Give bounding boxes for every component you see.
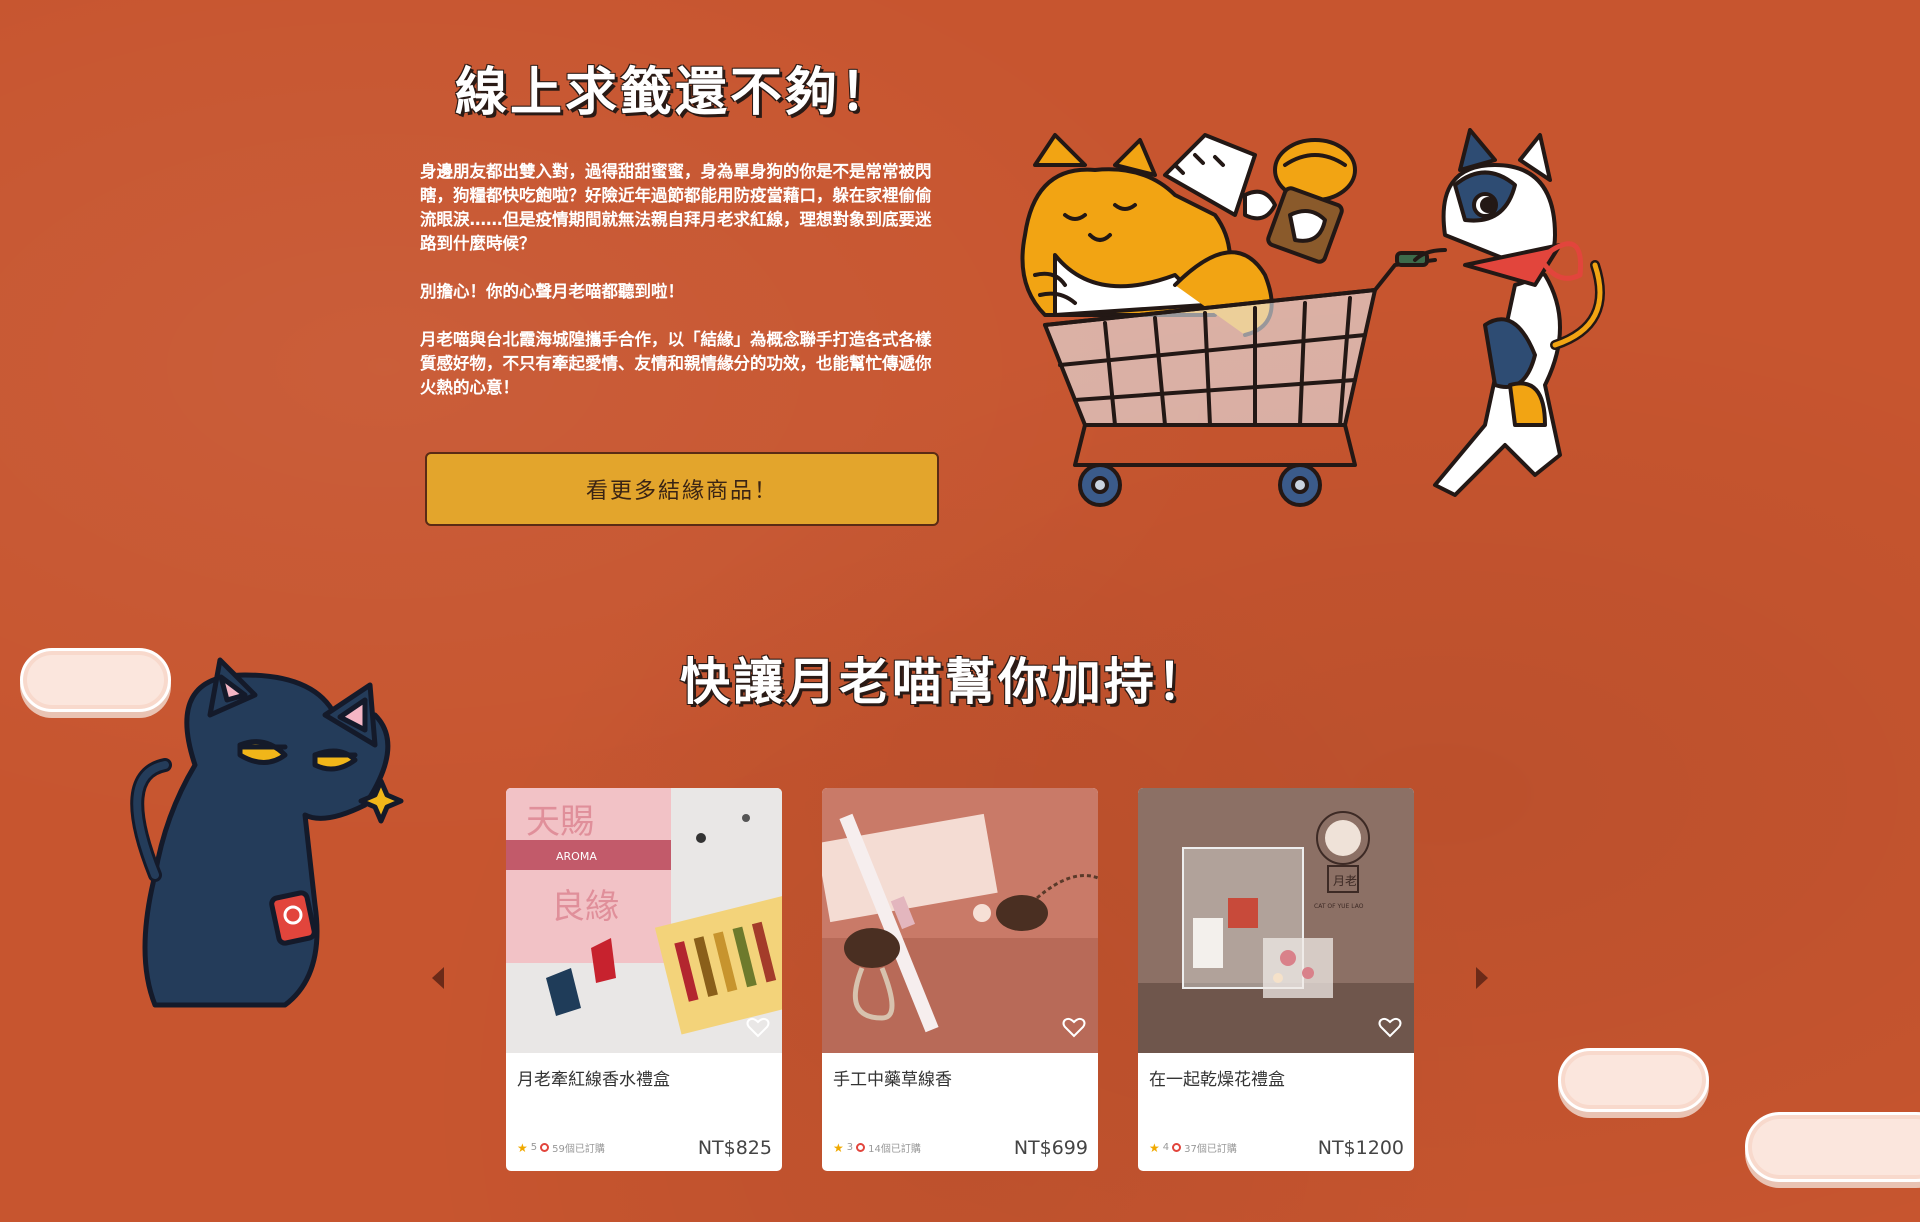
fire-icon — [856, 1143, 866, 1152]
carousel-prev-button[interactable] — [432, 967, 444, 989]
product-image: 天賜 AROMA 良緣 — [506, 788, 782, 1053]
star-icon: ★ — [517, 1140, 528, 1155]
product-image — [822, 788, 1098, 1053]
svg-text:AROMA: AROMA — [556, 850, 597, 863]
more-products-button[interactable]: 看更多結緣商品！ — [425, 452, 939, 526]
heart-outline-icon[interactable] — [746, 1016, 770, 1038]
product-card[interactable]: 手工中藥草線香 ★ 3 14個已訂購 NT$699 — [822, 788, 1098, 1171]
section-title-online-lot: 線上求籤還不夠！ — [455, 63, 896, 123]
product-meta: ★ 5 59個已訂購 — [517, 1140, 605, 1156]
star-icon: ★ — [1149, 1140, 1160, 1155]
svg-text:月老: 月老 — [1333, 874, 1357, 888]
svg-text:CAT OF YUE LAO: CAT OF YUE LAO — [1314, 903, 1364, 910]
product-sold: 37個已訂購 — [1184, 1144, 1237, 1155]
product-meta: ★ 4 37個已訂購 — [1149, 1140, 1237, 1156]
cloud-decoration-corner — [1745, 1112, 1920, 1182]
svg-text:良緣: 良緣 — [551, 887, 619, 927]
intro-paragraph-1: 身邊朋友都出雙入對，過得甜甜蜜蜜，身為單身狗的你是不是常常被閃瞎，狗糧都快吃飽啦… — [420, 162, 932, 253]
product-meta: ★ 3 14個已訂購 — [833, 1140, 921, 1156]
intro-text: 身邊朋友都出雙入對，過得甜甜蜜蜜，身為單身狗的你是不是常常被閃瞎，狗糧都快吃飽啦… — [420, 160, 945, 424]
product-rating: 4 — [1162, 1142, 1170, 1153]
heart-outline-icon[interactable] — [1378, 1016, 1402, 1038]
product-price: NT$699 — [1013, 1137, 1088, 1159]
product-price: NT$1200 — [1317, 1137, 1404, 1159]
cloud-decoration-right — [1558, 1048, 1709, 1112]
product-card[interactable]: 天賜 AROMA 良緣 月老牽紅線香水禮盒 ★ 5 59個已訂購 NT$825 — [506, 788, 782, 1171]
section-title-blessing: 快讓月老喵幫你加持！ — [680, 653, 1210, 711]
cats-shopping-cart-illustration — [1020, 128, 1605, 507]
intro-paragraph-3: 月老喵與台北霞海城隍攜手合作，以「結緣」為概念聯手打造各式各樣質感好物，不只有牽… — [420, 330, 932, 397]
fire-icon — [1172, 1143, 1182, 1152]
intro-paragraph-2: 別擔心！你的心聲月老喵都聽到啦！ — [420, 282, 684, 301]
product-rating: 3 — [846, 1142, 854, 1153]
navy-cat-illustration — [130, 657, 404, 1008]
product-price: NT$825 — [697, 1137, 772, 1159]
product-image: 月老 CAT OF YUE LAO — [1138, 788, 1414, 1053]
product-sold: 59個已訂購 — [552, 1144, 605, 1155]
svg-text:天賜: 天賜 — [526, 802, 594, 842]
product-name[interactable]: 手工中藥草線香 — [833, 1065, 952, 1090]
heart-outline-icon[interactable] — [1062, 1016, 1086, 1038]
fire-icon — [540, 1143, 550, 1152]
product-name[interactable]: 在一起乾燥花禮盒 — [1149, 1065, 1285, 1090]
carousel-next-button[interactable] — [1476, 967, 1488, 989]
product-rating: 5 — [530, 1142, 538, 1153]
product-card[interactable]: 月老 CAT OF YUE LAO 在一起乾燥花禮盒 ★ 4 37個已訂購 NT… — [1138, 788, 1414, 1171]
product-name[interactable]: 月老牽紅線香水禮盒 — [517, 1065, 670, 1090]
product-sold: 14個已訂購 — [868, 1144, 921, 1155]
star-icon: ★ — [833, 1140, 844, 1155]
